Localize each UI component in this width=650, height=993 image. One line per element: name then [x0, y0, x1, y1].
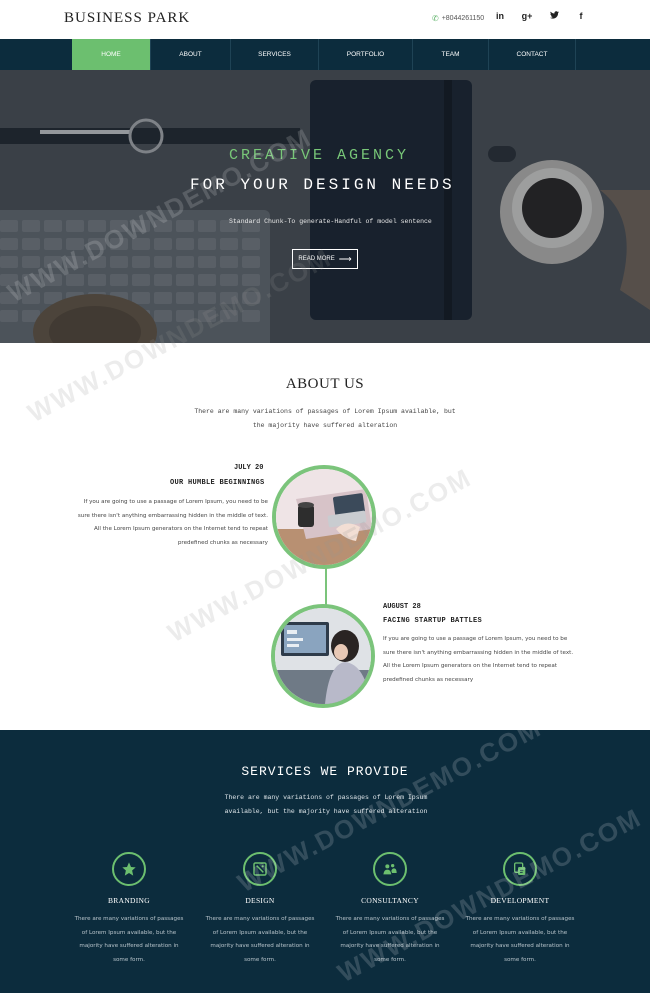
- nav-item-contact[interactable]: CONTACT: [488, 39, 576, 70]
- nav-item-portfolio[interactable]: PORTFOLIO: [318, 39, 412, 70]
- main-navbar: HOME ABOUT SERVICES PORTFOLIO TEAM CONTA…: [0, 39, 650, 70]
- nav-item-services[interactable]: SERVICES: [230, 39, 318, 70]
- design-icon: [243, 852, 277, 886]
- nav-item-about[interactable]: ABOUT: [150, 39, 230, 70]
- service-name: DEVELOPMENT: [490, 896, 550, 905]
- star-icon: [112, 852, 146, 886]
- read-more-button[interactable]: READ MORE ⟶: [292, 249, 358, 269]
- services-section: SERVICES WE PROVIDE There are many varia…: [0, 730, 650, 993]
- service-name: DESIGN: [245, 896, 275, 905]
- facebook-icon[interactable]: f: [575, 11, 587, 21]
- hero-banner: CREATIVE AGENCY FOR YOUR DESIGN NEEDS St…: [0, 70, 650, 343]
- twitter-icon[interactable]: [548, 11, 560, 21]
- about-title: ABOUT US: [285, 376, 365, 392]
- service-development[interactable]: DEVELOPMENT There are many variations of…: [465, 852, 575, 967]
- about-description: There are many variations of passages of…: [194, 408, 456, 429]
- service-text: There are many variations of passages of…: [335, 916, 445, 963]
- hero-description: Standard Chunk-To generate-Handful of mo…: [229, 218, 432, 225]
- timeline-heading-1: OUR HUMBLE BEGINNINGS: [170, 479, 265, 487]
- timeline-image-1: [272, 465, 376, 569]
- service-text: There are many variations of passages of…: [465, 916, 575, 963]
- nav-item-team[interactable]: TEAM: [412, 39, 488, 70]
- timeline-date-1: JULY 20: [234, 464, 264, 472]
- timeline-image-2: [271, 604, 375, 708]
- top-bar: BUSINESS PARK ✆ +8044261150 in g+ f: [0, 0, 650, 39]
- social-links: in g+ f: [494, 11, 587, 21]
- phone-icon: ✆: [432, 14, 439, 23]
- service-text: There are many variations of passages of…: [74, 916, 184, 963]
- google-plus-icon[interactable]: g+: [521, 11, 533, 21]
- service-name: BRANDING: [108, 896, 150, 905]
- services-title: SERVICES WE PROVIDE: [241, 764, 409, 779]
- timeline-connector: [325, 566, 327, 606]
- phone-number: +8044261150: [441, 15, 485, 22]
- service-design[interactable]: DESIGN There are many variations of pass…: [205, 852, 315, 967]
- read-more-label: READ MORE: [298, 256, 335, 262]
- consultancy-icon: [373, 852, 407, 886]
- arrow-right-icon: ⟶: [338, 253, 352, 264]
- hero-title: FOR YOUR DESIGN NEEDS: [190, 176, 455, 194]
- service-branding[interactable]: BRANDING There are many variations of pa…: [74, 852, 184, 967]
- hero-background-image: [0, 70, 650, 343]
- brand-logo[interactable]: BUSINESS PARK: [64, 10, 190, 27]
- timeline-body-2: If you are going to use a passage of Lor…: [383, 636, 574, 683]
- services-description: There are many variations of passages of…: [224, 794, 428, 815]
- timeline-heading-2: FACING STARTUP BATTLES: [383, 617, 483, 625]
- service-text: There are many variations of passages of…: [205, 916, 315, 963]
- development-icon: [503, 852, 537, 886]
- service-consultancy[interactable]: CONSULTANCY There are many variations of…: [335, 852, 445, 967]
- phone-contact[interactable]: ✆ +8044261150: [432, 14, 484, 23]
- hero-kicker: CREATIVE AGENCY: [229, 147, 410, 164]
- nav-item-home[interactable]: HOME: [72, 39, 150, 70]
- service-name: CONSULTANCY: [361, 896, 419, 905]
- timeline-date-2: AUGUST 28: [383, 603, 421, 611]
- timeline-body-1: If you are going to use a passage of Lor…: [77, 499, 268, 546]
- linkedin-icon[interactable]: in: [494, 11, 506, 21]
